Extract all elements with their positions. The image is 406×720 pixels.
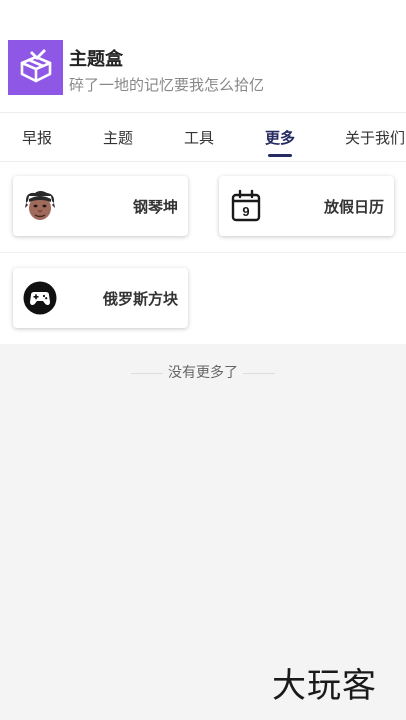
tab-tools[interactable]: 工具 xyxy=(184,113,214,161)
card-label: 放假日历 xyxy=(323,197,384,216)
row-divider xyxy=(0,252,406,253)
app-title: 主题盒 xyxy=(69,49,123,70)
card-holiday-calendar[interactable]: 9 放假日历 xyxy=(219,176,394,236)
avatar-face-icon xyxy=(23,189,57,223)
card-tetris[interactable]: 俄罗斯方块 xyxy=(13,268,188,328)
app-subtitle: 碎了一地的记忆要我怎么拾亿 xyxy=(69,76,265,94)
gamepad-icon xyxy=(23,281,57,315)
no-more-text: 没有更多了 xyxy=(168,365,238,381)
calendar-icon-day: 9 xyxy=(242,204,249,219)
watermark: 大玩客 xyxy=(272,666,377,706)
calendar-icon: 9 xyxy=(229,189,263,223)
tab-about-us[interactable]: 关于我们 xyxy=(345,113,405,161)
gift-box-icon xyxy=(16,46,56,90)
card-label: 钢琴坤 xyxy=(132,197,178,216)
active-tab-indicator xyxy=(268,154,292,157)
card-piano-kun[interactable]: 钢琴坤 xyxy=(13,176,188,236)
more-tools-grid: 钢琴坤 9 放假日历 俄罗斯方块 xyxy=(0,162,406,344)
app-logo xyxy=(8,40,63,95)
tab-daily-news[interactable]: 早报 xyxy=(22,113,52,161)
divider-right xyxy=(243,373,275,374)
tab-themes[interactable]: 主题 xyxy=(103,113,133,161)
app-header: 主题盒 碎了一地的记忆要我怎么拾亿 xyxy=(0,0,406,112)
tab-bar: 早报 主题 工具 更多 关于我们 xyxy=(0,112,406,162)
card-label: 俄罗斯方块 xyxy=(102,289,178,308)
